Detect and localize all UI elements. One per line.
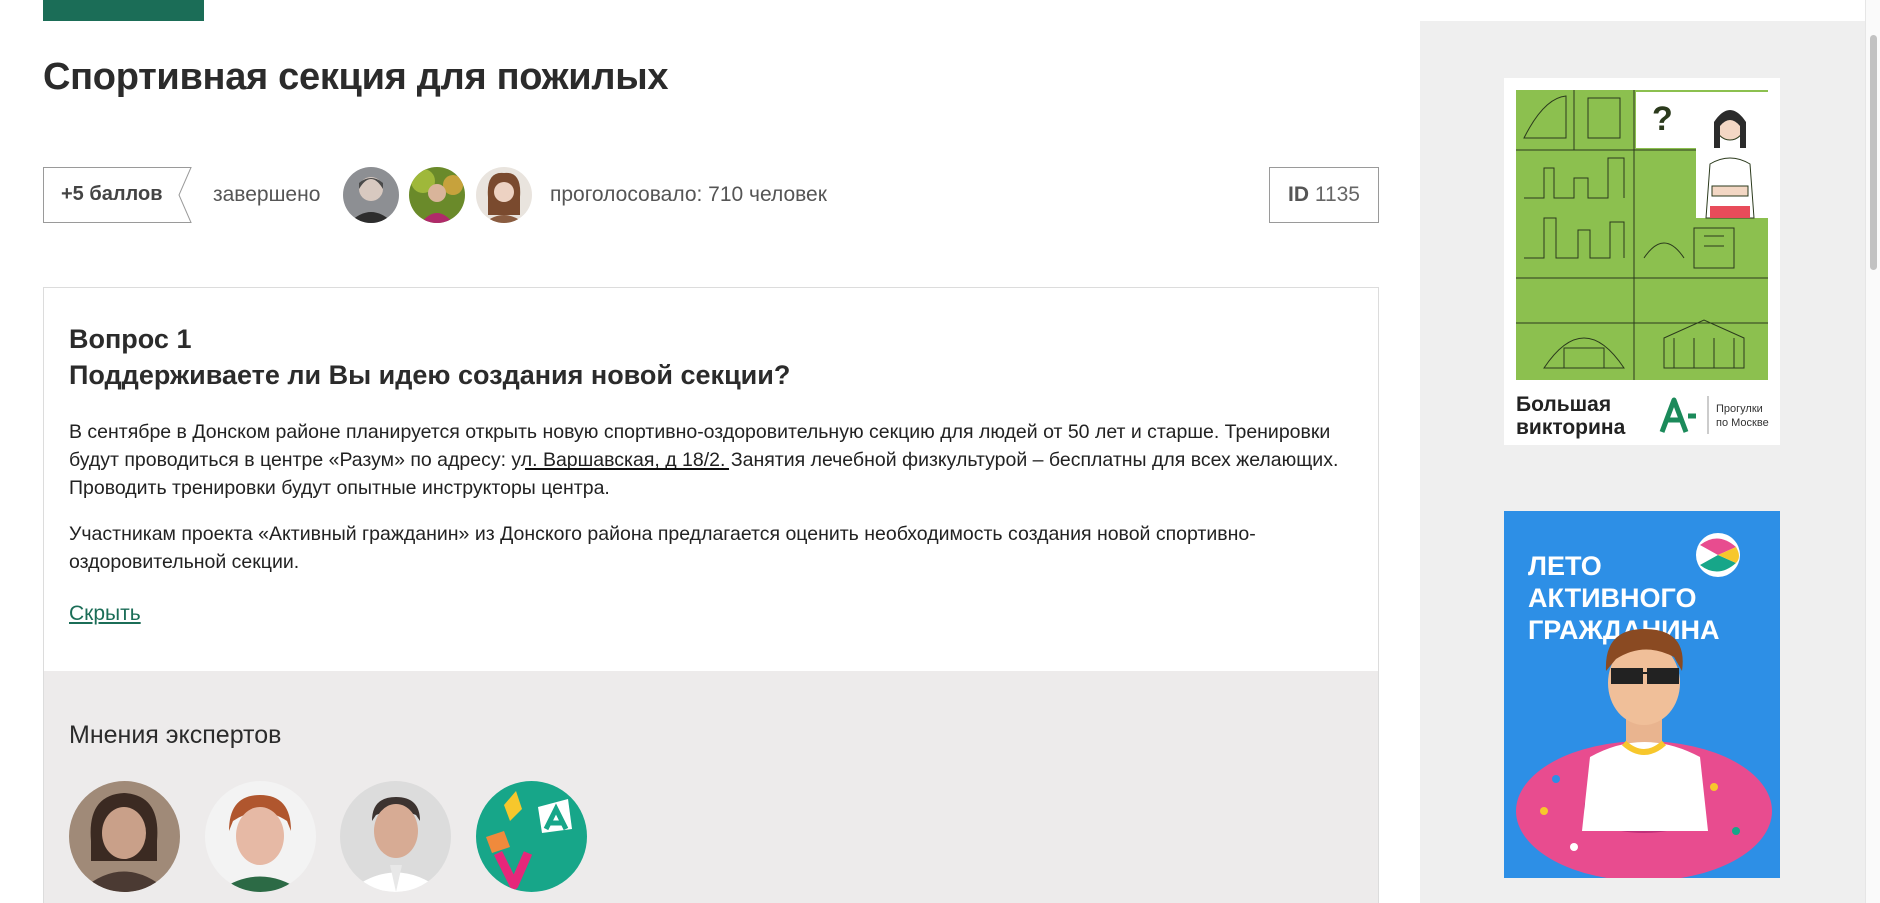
voter-avatar <box>343 167 399 223</box>
points-label: +5 баллов <box>61 183 163 205</box>
id-label: ID <box>1287 183 1309 206</box>
question-card: Вопрос 1 Поддерживаете ли Вы идею создан… <box>43 287 1379 903</box>
poll-id-badge: ID 1135 <box>1269 167 1379 223</box>
points-badge: +5 баллов <box>43 167 200 223</box>
person-photo-icon <box>343 167 399 223</box>
quiz-title-line1: Большая <box>1516 393 1611 416</box>
page-scrollbar[interactable] <box>1865 0 1880 903</box>
question-description: В сентябре в Донском районе планируется … <box>69 418 1359 594</box>
votes-count: проголосовало: 710 человек <box>550 183 827 206</box>
activny-grazhdanin-logo-icon <box>476 781 587 892</box>
expert-avatar[interactable] <box>205 781 316 892</box>
expert-photo-icon <box>340 781 451 892</box>
experts-title: Мнения экспертов <box>69 721 282 749</box>
expert-avatar[interactable] <box>340 781 451 892</box>
question-title: Поддерживаете ли Вы идею создания новой … <box>69 360 791 390</box>
ad-banner-quiz[interactable]: ? Большая викторина Прогулки по Москве <box>1504 78 1780 445</box>
description-paragraph: Участникам проекта «Активный гражданин» … <box>69 523 1256 573</box>
svg-text:?: ? <box>1652 100 1673 138</box>
expert-avatar[interactable] <box>69 781 180 892</box>
poll-meta-row: +5 баллов завершено проголосовало: 710 ч… <box>43 167 1379 223</box>
status-label: завершено <box>213 183 321 206</box>
scrollbar-thumb[interactable] <box>1870 35 1877 270</box>
expert-opinions-section: Мнения экспертов <box>44 671 1378 903</box>
quiz-banner-illustration: ? Большая викторина Прогулки по Москве <box>1516 90 1769 439</box>
summer-banner-illustration: ЛЕТО АКТИВНОГО ГРАЖДАНИНА <box>1504 511 1780 878</box>
expert-photo-icon <box>69 781 180 892</box>
voter-avatar <box>409 167 465 223</box>
sidebar: ? Большая викторина Прогулки по Москве Л… <box>1420 21 1865 903</box>
ad-banner-summer[interactable]: ЛЕТО АКТИВНОГО ГРАЖДАНИНА <box>1504 511 1780 878</box>
hide-description-link[interactable]: Скрыть <box>69 602 141 626</box>
question-number: Вопрос 1 <box>69 324 192 354</box>
expert-avatar[interactable] <box>476 781 587 892</box>
quiz-subtitle-line1: Прогулки <box>1716 403 1763 415</box>
summer-title-line1: ЛЕТО <box>1528 551 1602 581</box>
page-title: Спортивная секция для пожилых <box>43 56 669 98</box>
quiz-title-line2: викторина <box>1516 416 1626 439</box>
description-paragraph: В сентябре в Донском районе планируется … <box>69 418 1359 502</box>
person-photo-icon <box>476 167 532 223</box>
expert-photo-icon <box>205 781 316 892</box>
top-accent-bar <box>43 0 204 21</box>
address-text: ул. Варшавская, д 18/2. <box>511 449 726 471</box>
id-value: 1135 <box>1314 183 1360 206</box>
quiz-subtitle-line2: по Москве <box>1716 417 1769 429</box>
summer-title-line2: АКТИВНОГО <box>1528 583 1697 613</box>
voter-avatar <box>476 167 532 223</box>
person-photo-icon <box>409 167 465 223</box>
